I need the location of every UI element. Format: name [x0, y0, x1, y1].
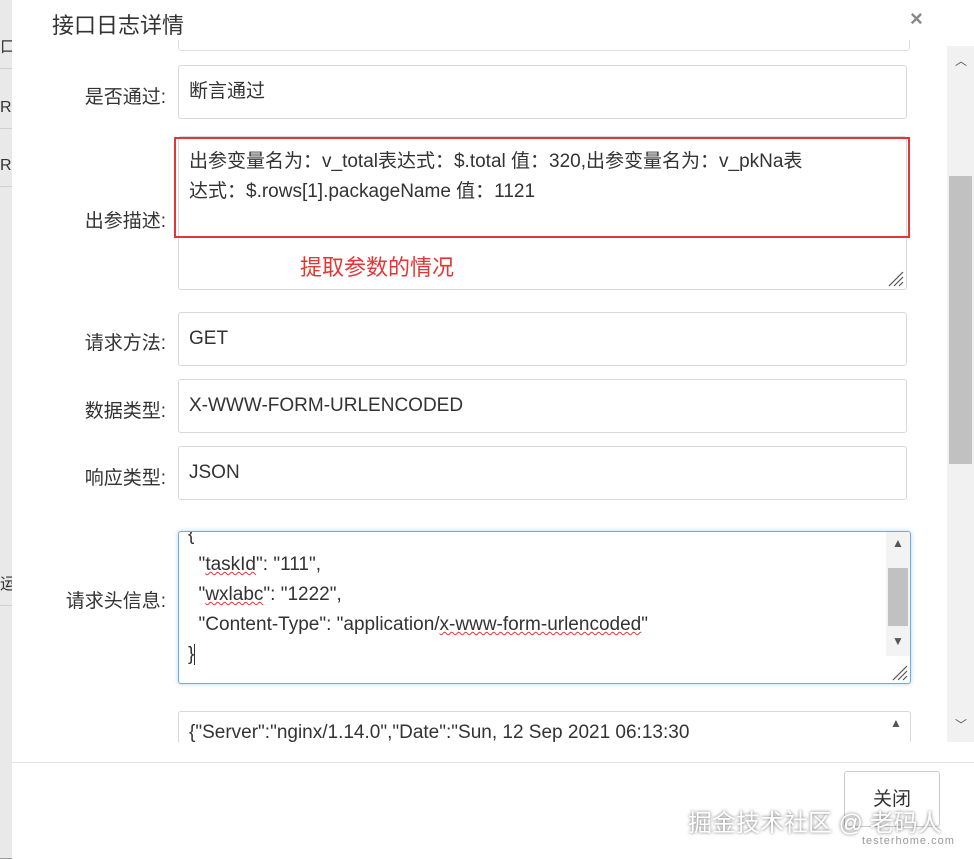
code-text: ": "1222", [263, 584, 342, 605]
method-field[interactable]: GET [178, 312, 907, 366]
code-text: " [188, 554, 206, 575]
headers-code: { "taskId": "111", "wxlabc": "1222", "Co… [188, 531, 648, 670]
resp-type-label: 响应类型: [84, 468, 166, 489]
watermark-sub: testerhome.com [862, 835, 955, 847]
code-line: { [188, 531, 195, 545]
data-type-label: 数据类型: [84, 401, 166, 422]
close-icon[interactable]: × [910, 6, 923, 32]
scroll-down-icon[interactable]: ﹀ [953, 716, 969, 733]
code-line: "taskId": "111", [188, 550, 648, 580]
code-line: "wxlabc": "1222", [188, 580, 648, 610]
annotation-text: 提取参数的情况 [300, 255, 455, 280]
scrollbar-thumb[interactable] [888, 568, 908, 626]
headers-label: 请求头信息: [65, 591, 166, 612]
code-text: " [188, 584, 206, 605]
headers-scrollbar[interactable]: ▲ ▼ [886, 532, 910, 656]
scrollbar-thumb[interactable] [949, 176, 972, 464]
dialog-body: 是否通过: 断言通过 出参描述: 出参变量名为：v_total表达式：$.tot… [12, 40, 947, 742]
scroll-up-icon[interactable]: ▲ [890, 536, 906, 550]
code-line: }​ [188, 640, 648, 670]
resize-handle-icon[interactable] [886, 269, 904, 287]
scroll-up-icon[interactable]: ▲ [888, 716, 904, 730]
pass-field[interactable]: 断言通过 [178, 65, 907, 119]
watermark: 掘金技术社区 @ 老码人 [688, 810, 942, 837]
response-textarea[interactable]: {"Server":"nginx/1.14.0","Date":"Sun, 12… [178, 711, 911, 742]
data-type-field[interactable]: X-WWW-FORM-URLENCODED [178, 379, 907, 433]
pass-label: 是否通过: [84, 87, 166, 108]
resize-handle-icon[interactable] [890, 663, 908, 681]
highlight-box [174, 137, 910, 238]
response-text: {"Server":"nginx/1.14.0","Date":"Sun, 12… [189, 722, 690, 742]
code-text: "Content-Type": "application/ [188, 614, 440, 635]
scroll-down-icon[interactable]: ▼ [890, 634, 906, 648]
spellcheck-word: taskId [205, 554, 257, 575]
dialog-title: 接口日志详情 [52, 13, 185, 38]
dialog-scrollbar[interactable]: ︿ ﹀ [947, 46, 974, 742]
out-desc-label: 出参描述: [84, 211, 166, 232]
dialog-footer: 关闭 掘金技术社区 @ 老码人 testerhome.com [12, 762, 974, 859]
text-cursor: ​ [194, 644, 196, 665]
method-label: 请求方法: [84, 333, 166, 354]
scroll-up-icon[interactable]: ︿ [953, 52, 969, 69]
code-line: "Content-Type": "application/x-www-form-… [188, 610, 648, 640]
resp-type-field[interactable]: JSON [178, 446, 907, 500]
cut-off-field [178, 40, 910, 51]
spellcheck-word: x-www-form-urlencoded [439, 614, 642, 635]
code-text: ": "111", [256, 554, 321, 575]
log-detail-dialog: 接口日志详情 × 是否通过: 断言通过 出参描述: 出参变量名为：v_total… [12, 0, 974, 859]
spellcheck-word: wxlabc [205, 584, 264, 605]
code-text: " [641, 614, 648, 635]
headers-textarea[interactable]: { "taskId": "111", "wxlabc": "1222", "Co… [178, 531, 911, 684]
